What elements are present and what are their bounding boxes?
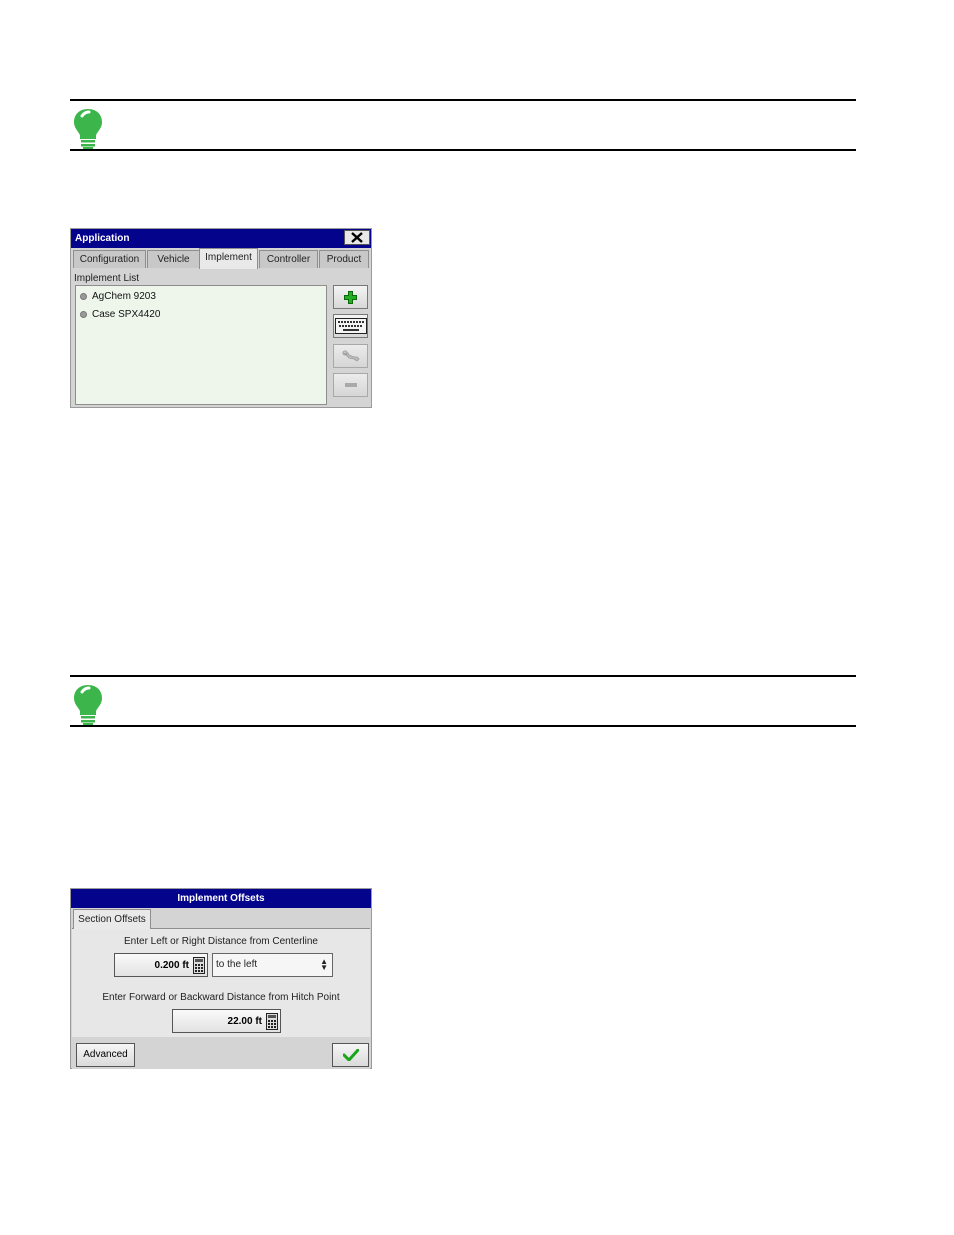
bullet-icon	[80, 293, 87, 300]
close-button[interactable]	[344, 230, 370, 245]
tab-bar: Configuration Vehicle Implement Controll…	[71, 248, 371, 269]
wrench-icon	[342, 350, 360, 362]
calculator-icon	[193, 956, 205, 974]
note-box	[70, 675, 856, 727]
bullet-icon	[80, 311, 87, 318]
checkmark-icon	[342, 1049, 359, 1061]
lateral-distance-field[interactable]: 0.200 ft	[114, 953, 208, 977]
lateral-distance-label: Enter Left or Right Distance from Center…	[124, 936, 318, 947]
add-implement-button[interactable]	[333, 285, 368, 309]
implement-offsets-window: Implement Offsets Section Offsets Enter …	[70, 888, 372, 1069]
fore-aft-distance-value: 22.00 ft	[227, 1015, 262, 1027]
tab-controller[interactable]: Controller	[259, 250, 318, 268]
note-box	[70, 99, 856, 151]
advanced-button[interactable]: Advanced	[76, 1043, 135, 1067]
implement-list-label: Implement List	[74, 273, 140, 284]
button-bar: Advanced	[72, 1037, 370, 1069]
lightbulb-icon	[74, 109, 102, 149]
window-title: Implement Offsets	[177, 893, 265, 904]
fore-aft-distance-label: Enter Forward or Backward Distance from …	[102, 992, 340, 1003]
list-item-label: AgChem 9203	[92, 291, 156, 302]
window-title: Application	[75, 233, 130, 244]
list-item[interactable]: AgChem 9203	[80, 291, 156, 302]
tab-implement[interactable]: Implement	[199, 248, 258, 269]
tab-vehicle[interactable]: Vehicle	[147, 250, 200, 268]
tab-product[interactable]: Product	[319, 250, 369, 268]
window-titlebar: Implement Offsets	[71, 889, 371, 908]
list-item-label: Case SPX4420	[92, 309, 161, 320]
application-window: Application Configuration Vehicle Implem…	[70, 228, 372, 408]
minus-icon	[344, 383, 357, 387]
updown-arrow-icon: ▲ ▼	[320, 957, 328, 972]
tab-section-offsets[interactable]: Section Offsets	[73, 909, 151, 929]
fore-aft-distance-field[interactable]: 22.00 ft	[172, 1009, 281, 1033]
implement-list[interactable]: AgChem 9203 Case SPX4420	[75, 285, 327, 405]
close-icon	[351, 232, 363, 243]
remove-implement-button[interactable]	[333, 373, 368, 397]
window-titlebar: Application	[71, 229, 371, 248]
keyboard-icon	[334, 318, 367, 334]
edit-implement-button[interactable]	[333, 344, 368, 368]
direction-value: to the left	[216, 959, 258, 970]
list-item[interactable]: Case SPX4420	[80, 309, 160, 320]
calculator-icon	[266, 1012, 278, 1030]
rename-implement-button[interactable]	[333, 314, 368, 338]
tab-configuration[interactable]: Configuration	[73, 250, 146, 268]
offsets-panel: Enter Left or Right Distance from Center…	[72, 928, 370, 1037]
plus-icon	[344, 290, 357, 304]
lightbulb-icon	[74, 685, 102, 725]
lateral-distance-value: 0.200 ft	[154, 959, 189, 971]
direction-select[interactable]: to the left ▲ ▼	[212, 953, 333, 977]
ok-button[interactable]	[332, 1043, 369, 1067]
